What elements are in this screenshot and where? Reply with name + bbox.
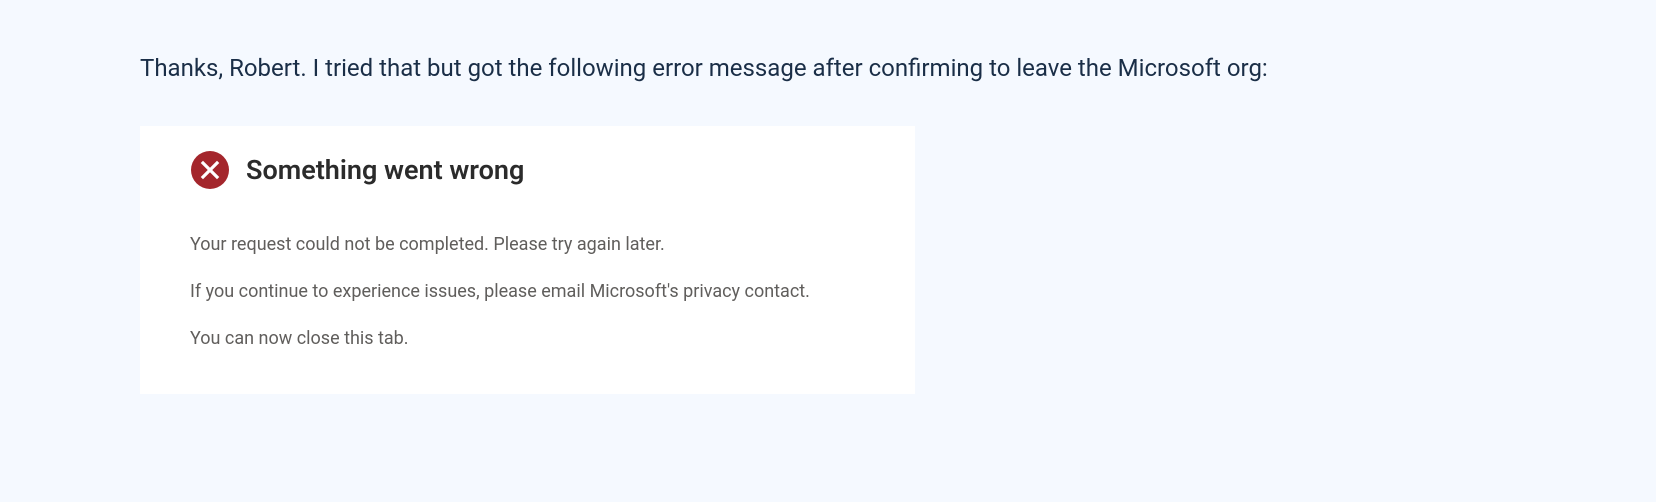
error-title: Something went wrong	[246, 154, 524, 186]
error-line-3: You can now close this tab.	[190, 326, 865, 351]
error-card: Something went wrong Your request could …	[140, 126, 915, 394]
error-header: Something went wrong	[190, 150, 865, 190]
error-line-2: If you continue to experience issues, pl…	[190, 279, 865, 304]
error-line-1: Your request could not be completed. Ple…	[190, 232, 865, 257]
error-body: Your request could not be completed. Ple…	[190, 232, 865, 352]
comment-text: Thanks, Robert. I tried that but got the…	[140, 50, 1516, 86]
error-icon	[190, 150, 230, 190]
